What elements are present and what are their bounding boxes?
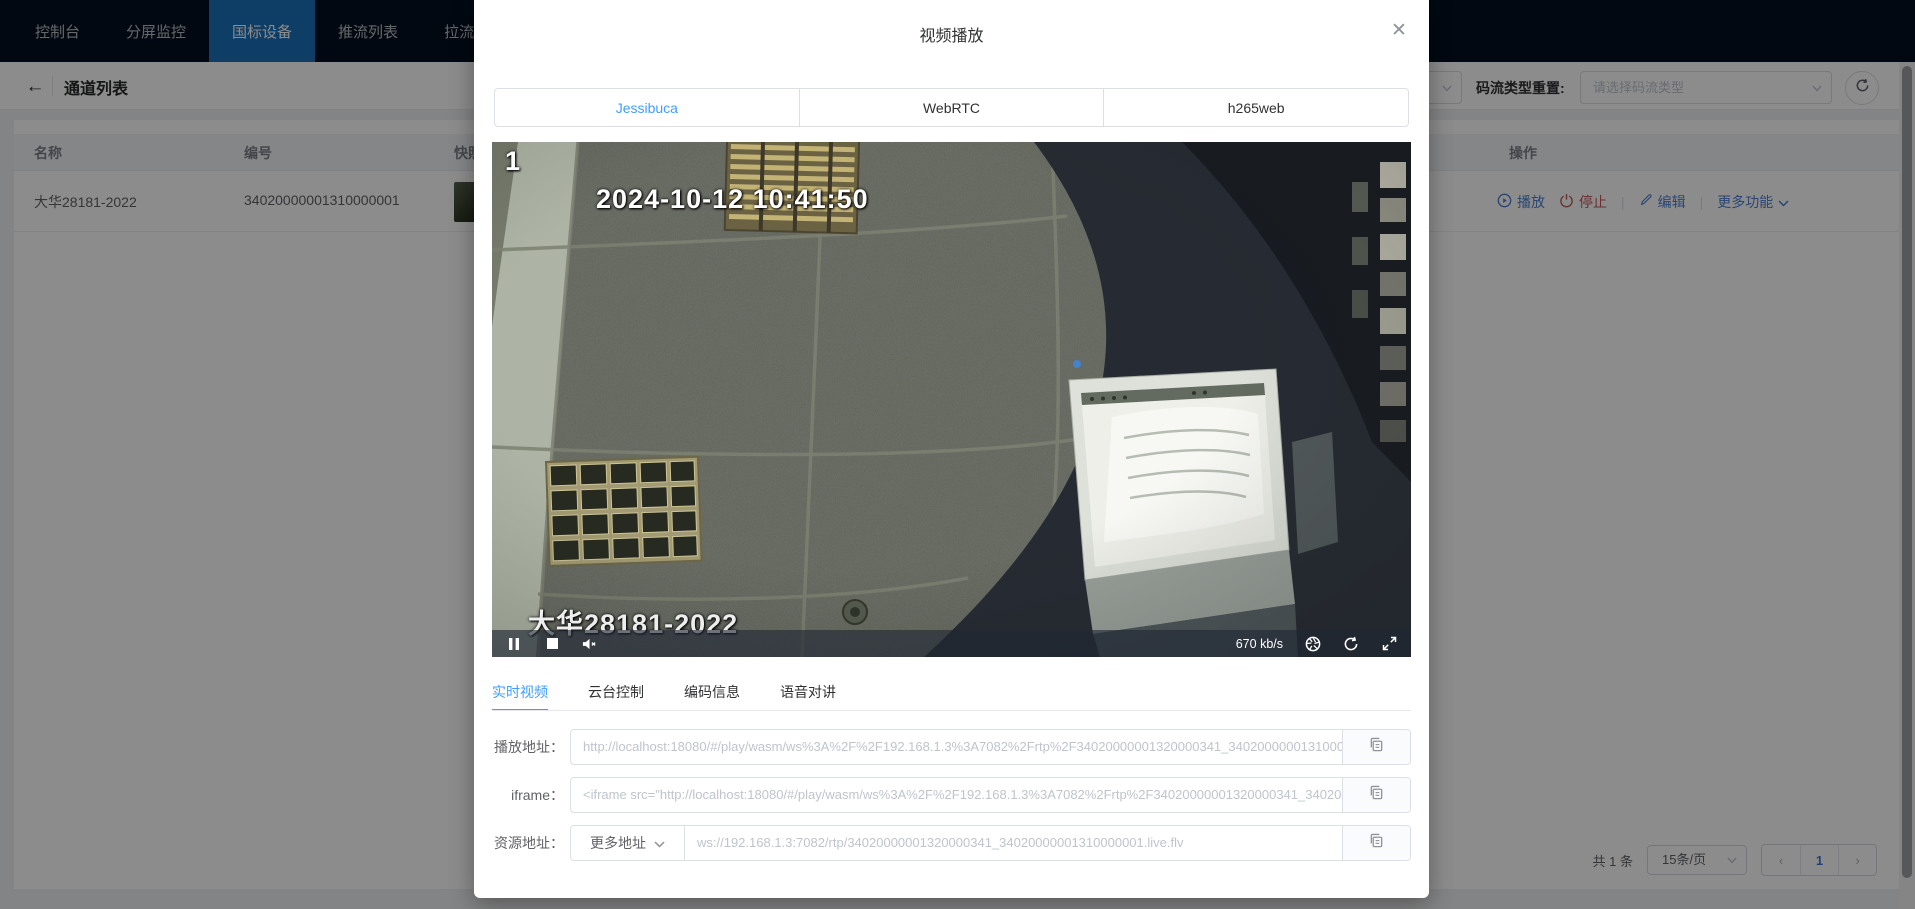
tab-live-video[interactable]: 实时视频 bbox=[492, 682, 548, 711]
snapshot-shutter-button[interactable] bbox=[1305, 636, 1321, 652]
stop-button[interactable] bbox=[544, 636, 560, 652]
play-url-row: 播放地址： http://localhost:18080/#/play/wasm… bbox=[494, 729, 1411, 765]
copy-icon bbox=[1369, 833, 1384, 853]
iframe-input[interactable]: <iframe src="http://localhost:18080/#/pl… bbox=[571, 778, 1342, 812]
pause-button[interactable] bbox=[506, 636, 522, 652]
copy-play-url-button[interactable] bbox=[1342, 730, 1410, 764]
close-button[interactable]: ✕ bbox=[1387, 18, 1411, 42]
tab-audio-talk[interactable]: 语音对讲 bbox=[780, 682, 836, 711]
copy-iframe-button[interactable] bbox=[1342, 778, 1410, 812]
tab-label: Jessibuca bbox=[616, 100, 678, 116]
iframe-row: iframe： <iframe src="http://localhost:18… bbox=[494, 777, 1411, 813]
bitrate-text: 670 kb/s bbox=[1236, 637, 1283, 651]
player-control-bar: 670 kb/s bbox=[492, 630, 1411, 657]
modal-title: 视频播放 bbox=[474, 22, 1429, 46]
tab-label: WebRTC bbox=[923, 100, 980, 116]
close-icon: ✕ bbox=[1391, 19, 1407, 42]
chevron-down-icon bbox=[654, 835, 665, 851]
mute-button[interactable] bbox=[582, 636, 598, 652]
video-player[interactable]: 1 2024-10-12 10:41:50 大华28181-2022 670 k… bbox=[492, 142, 1411, 657]
tab-jessibuca[interactable]: Jessibuca bbox=[494, 88, 800, 127]
fullscreen-button[interactable] bbox=[1381, 636, 1397, 652]
copy-resource-url-button[interactable] bbox=[1342, 826, 1410, 860]
divider bbox=[492, 710, 1411, 711]
resource-url-label: 资源地址： bbox=[494, 825, 564, 861]
cctv-frame bbox=[492, 142, 1411, 657]
tab-label: h265web bbox=[1228, 100, 1285, 116]
osd-timestamp: 2024-10-12 10:41:50 bbox=[596, 184, 869, 215]
more-address-select[interactable]: 更多地址 bbox=[571, 826, 685, 860]
resource-url-input[interactable]: ws://192.168.1.3:7082/rtp/34020000001320… bbox=[685, 826, 1342, 860]
osd-channel-number: 1 bbox=[505, 146, 521, 177]
player-type-tabs: Jessibuca WebRTC h265web bbox=[494, 88, 1409, 127]
resource-url-group: 更多地址 ws://192.168.1.3:7082/rtp/340200000… bbox=[570, 825, 1411, 861]
tab-h265web[interactable]: h265web bbox=[1103, 88, 1409, 127]
copy-icon bbox=[1369, 785, 1384, 805]
reload-button[interactable] bbox=[1343, 636, 1359, 652]
tab-webrtc[interactable]: WebRTC bbox=[799, 88, 1105, 127]
play-url-input[interactable]: http://localhost:18080/#/play/wasm/ws%3A… bbox=[571, 730, 1342, 764]
copy-icon bbox=[1369, 737, 1384, 757]
play-url-label: 播放地址： bbox=[494, 729, 564, 765]
video-play-modal: 视频播放 ✕ Jessibuca WebRTC h265web bbox=[474, 0, 1429, 898]
detail-tabs: 实时视频 云台控制 编码信息 语音对讲 bbox=[492, 682, 836, 711]
more-address-label: 更多地址 bbox=[590, 833, 646, 853]
iframe-group: <iframe src="http://localhost:18080/#/pl… bbox=[570, 777, 1411, 813]
iframe-label: iframe： bbox=[494, 777, 564, 813]
play-url-group: http://localhost:18080/#/play/wasm/ws%3A… bbox=[570, 729, 1411, 765]
resource-url-row: 资源地址： 更多地址 ws://192.168.1.3:7082/rtp/340… bbox=[494, 825, 1411, 861]
tab-ptz-control[interactable]: 云台控制 bbox=[588, 682, 644, 711]
tab-encoding-info[interactable]: 编码信息 bbox=[684, 682, 740, 711]
